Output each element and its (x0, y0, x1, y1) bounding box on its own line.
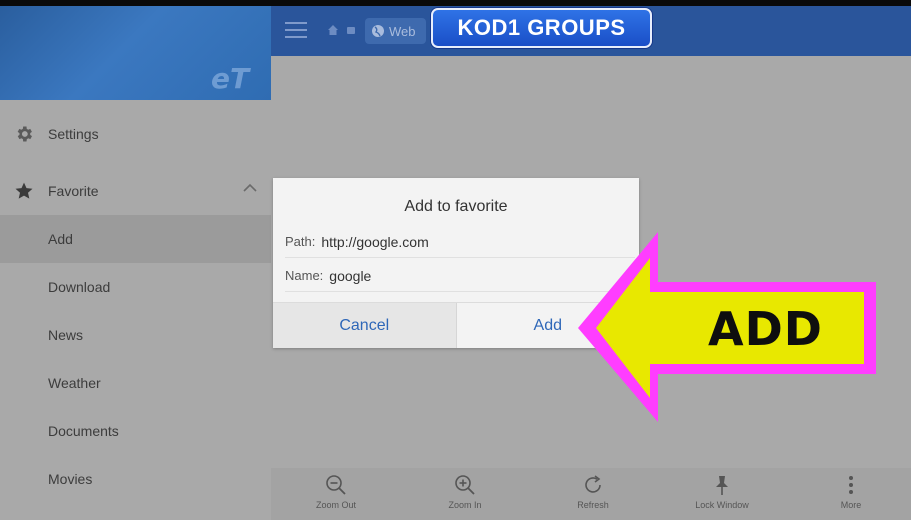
sidebar-item-add[interactable]: Add (0, 215, 271, 263)
cancel-button[interactable]: Cancel (273, 303, 457, 348)
refresh-icon (585, 475, 601, 493)
sidebar-item-label: Movies (48, 471, 93, 487)
sidebar-item-label: Documents (48, 423, 119, 439)
lock-window-button[interactable]: Lock Window (672, 474, 772, 510)
sidebar-item-label: Weather (48, 375, 101, 391)
sidebar-header-banner: eT (0, 6, 271, 100)
sidebar-item-documents[interactable]: Documents (0, 407, 271, 455)
kod1-groups-badge: KOD1 GROUPS (431, 8, 652, 48)
tool-label: Zoom Out (315, 500, 356, 510)
refresh-button[interactable]: Refresh (543, 474, 643, 510)
tool-label: Refresh (577, 500, 609, 510)
svg-text:eT: eT (211, 62, 251, 92)
sidebar-item-news[interactable]: News (0, 311, 271, 359)
menu-icon[interactable] (285, 21, 307, 39)
sidebar-item-label: Download (48, 279, 111, 295)
more-button[interactable]: More (801, 474, 901, 510)
sidebar-item-label: News (48, 327, 84, 343)
zoom-in-icon (455, 475, 475, 495)
zoom-in-button[interactable]: Zoom In (415, 474, 515, 510)
sidebar-item-weather[interactable]: Weather (0, 359, 271, 407)
star-icon (0, 181, 48, 201)
tool-label: Zoom In (448, 500, 482, 510)
breadcrumb-label: Web (389, 23, 416, 39)
gear-icon (0, 124, 48, 144)
sidebar: eT Settings Favorite Add Download News W… (0, 6, 271, 520)
name-value[interactable]: google (329, 268, 371, 284)
pin-icon (716, 476, 728, 495)
breadcrumb-web[interactable]: Web (365, 18, 426, 44)
tool-label: More (840, 500, 862, 510)
app-logo-icon: eT (211, 62, 251, 92)
chevron-up-icon[interactable] (243, 183, 257, 193)
path-value[interactable]: http://google.com (321, 234, 428, 250)
sidebar-item-label: Add (48, 231, 73, 247)
sidebar-item-movies[interactable]: Movies (0, 455, 271, 503)
zoom-out-icon (326, 475, 346, 495)
sidebar-item-download[interactable]: Download (0, 263, 271, 311)
zoom-out-button[interactable]: Zoom Out (286, 474, 386, 510)
storage-icon[interactable] (347, 27, 355, 34)
arrow-add-text: ADD (708, 302, 823, 356)
sidebar-item-settings[interactable]: Settings (0, 110, 271, 158)
more-vert-icon (849, 476, 853, 494)
home-icon[interactable] (327, 24, 339, 36)
globe-icon (372, 25, 384, 37)
sidebar-item-label: Favorite (48, 183, 99, 199)
path-label: Path: (285, 234, 316, 249)
dialog-title: Add to favorite (404, 198, 508, 215)
sidebar-item-label: Settings (48, 126, 99, 142)
name-label: Name: (285, 268, 324, 283)
sidebar-item-favorite[interactable]: Favorite (0, 167, 271, 215)
bottom-toolbar: Zoom Out Zoom In Refresh Lock Window Mor… (271, 468, 911, 520)
tool-label: Lock Window (695, 500, 749, 510)
